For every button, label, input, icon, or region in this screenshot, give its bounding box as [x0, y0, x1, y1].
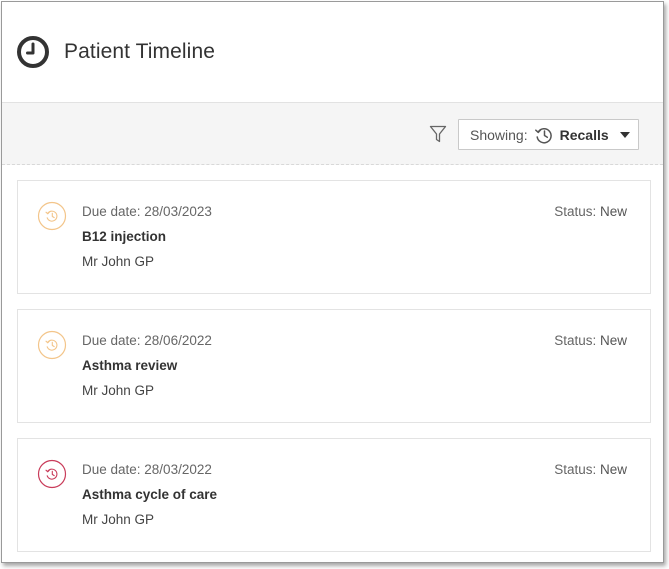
showing-value: Recalls	[559, 126, 609, 143]
page-title: Patient Timeline	[64, 40, 216, 63]
recall-card[interactable]: Due date: 28/03/2022 Asthma cycle of car…	[17, 438, 651, 552]
chevron-down-icon	[619, 131, 630, 138]
status-label: Status:	[554, 462, 597, 477]
recall-card[interactable]: Due date: 28/06/2022 Asthma review Mr Jo…	[17, 309, 651, 423]
status-value: New	[599, 462, 627, 477]
status-text: Status: New	[554, 204, 627, 219]
clinician-name: Mr John GP	[82, 512, 155, 527]
recall-icon	[37, 459, 67, 489]
status-text: Status: New	[554, 333, 627, 348]
recall-icon	[37, 330, 67, 360]
showing-dropdown[interactable]: Showing: Recalls	[458, 119, 639, 150]
clinician-name: Mr John GP	[82, 254, 155, 269]
patient-timeline-panel: Patient Timeline Showing: Recalls Due da…	[1, 1, 664, 563]
due-date: Due date: 28/06/2022	[82, 333, 212, 348]
clinician-name: Mr John GP	[82, 383, 155, 398]
status-value: New	[599, 204, 627, 219]
recall-name: Asthma review	[82, 358, 178, 373]
status-value: New	[599, 333, 627, 348]
history-icon	[534, 127, 552, 143]
filter-icon[interactable]	[429, 124, 447, 144]
panel-header: Patient Timeline	[2, 2, 663, 103]
status-label: Status:	[554, 333, 597, 348]
due-date: Due date: 28/03/2023	[82, 204, 212, 219]
recall-name: B12 injection	[82, 229, 167, 244]
recall-card[interactable]: Due date: 28/03/2023 B12 injection Mr Jo…	[17, 180, 651, 294]
clock-icon	[17, 36, 49, 68]
recall-icon	[37, 201, 67, 231]
timeline-toolbar: Showing: Recalls	[2, 103, 663, 165]
showing-label: Showing:	[470, 126, 528, 143]
due-date: Due date: 28/03/2022	[82, 462, 212, 477]
status-label: Status:	[554, 204, 597, 219]
status-text: Status: New	[554, 462, 627, 477]
recall-name: Asthma cycle of care	[82, 487, 218, 502]
